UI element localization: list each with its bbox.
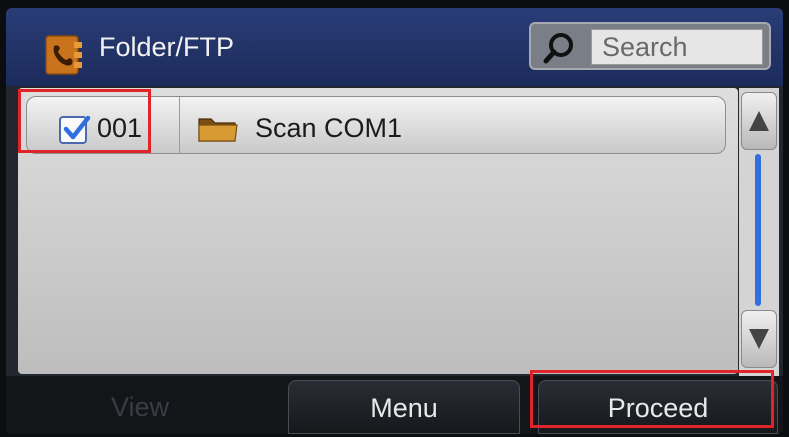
arrow-up-icon: [749, 111, 769, 131]
arrow-down-icon: [749, 329, 769, 349]
scroll-down-button[interactable]: [741, 310, 777, 368]
page-title: Folder/FTP: [99, 32, 235, 62]
view-button: View: [111, 392, 170, 422]
search-box[interactable]: Search: [529, 22, 771, 70]
scroll-up-button[interactable]: [741, 92, 777, 150]
menu-button[interactable]: Menu: [288, 380, 520, 434]
item-name: Scan COM1: [255, 113, 403, 143]
highlight-box-proceed: [530, 370, 774, 428]
highlight-box-number: [18, 89, 151, 153]
scrollbar[interactable]: [739, 88, 779, 376]
scroll-track[interactable]: [755, 154, 761, 306]
header-bar: Folder/FTP Search: [6, 8, 783, 86]
search-input[interactable]: Search: [591, 29, 763, 65]
folder-icon: [198, 118, 238, 142]
row-divider: [179, 97, 180, 153]
search-icon: [543, 33, 573, 64]
address-book-icon: [45, 35, 82, 75]
